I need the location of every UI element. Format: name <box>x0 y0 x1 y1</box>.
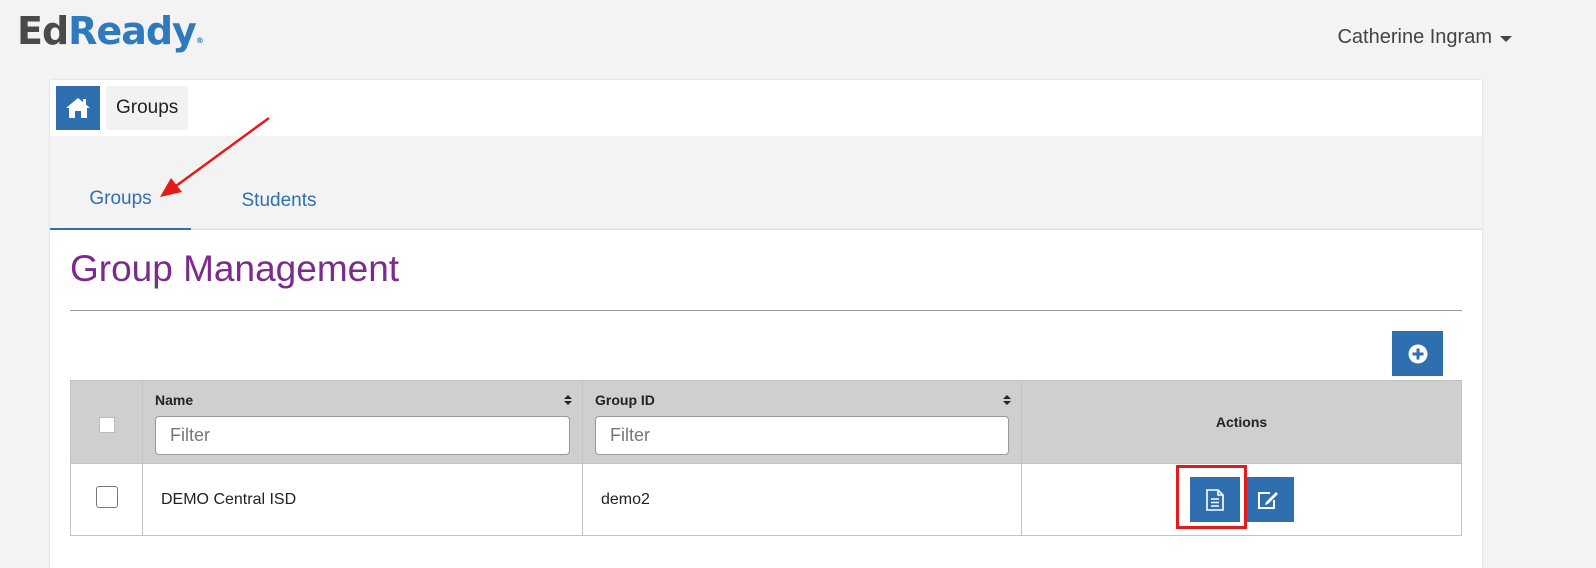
group-name-cell: DEMO Central ISD <box>142 463 583 536</box>
annotation-highlight-box <box>1176 465 1247 529</box>
home-icon <box>66 98 90 118</box>
actions-column-header: Actions <box>1021 380 1462 464</box>
breadcrumb-current: Groups <box>106 86 189 130</box>
registered-mark: ® <box>195 36 204 45</box>
row-checkbox[interactable] <box>95 486 118 508</box>
table-row: DEMO Central ISD demo2 <box>70 463 1462 536</box>
tab-bar: Groups Students <box>50 136 1482 230</box>
home-button[interactable] <box>56 86 100 130</box>
edready-logo: EdReady® <box>17 8 204 54</box>
user-name: Catherine Ingram <box>1337 26 1492 48</box>
logo-text-ready: Ready <box>68 9 197 53</box>
group-id-column-header: Group ID <box>582 380 1022 464</box>
tab-groups[interactable]: Groups <box>50 136 191 230</box>
select-all-cell <box>70 380 143 464</box>
select-all-checkbox[interactable] <box>98 416 115 433</box>
group-id-filter-input[interactable] <box>595 416 1009 455</box>
plus-circle-icon <box>1408 344 1427 363</box>
sort-icon[interactable] <box>1003 395 1011 405</box>
add-group-button[interactable] <box>1392 331 1443 376</box>
breadcrumb: Groups <box>56 86 189 130</box>
group-id-column-label: Group ID <box>595 392 655 408</box>
name-column-label: Name <box>155 392 194 408</box>
logo-text-ed: Ed <box>17 9 69 53</box>
main-panel: Groups Groups Students Group Management … <box>50 80 1482 568</box>
sort-icon[interactable] <box>564 395 572 405</box>
group-id-cell: demo2 <box>582 463 1022 536</box>
groups-table: Name Group ID Actions <box>70 380 1462 536</box>
tab-students[interactable]: Students <box>210 136 348 230</box>
table-header-row: Name Group ID Actions <box>70 380 1462 464</box>
name-column-header: Name <box>142 380 583 464</box>
edit-group-button[interactable] <box>1243 477 1294 522</box>
name-filter-input[interactable] <box>155 416 570 455</box>
title-divider <box>70 310 1462 311</box>
page-title: Group Management <box>70 248 400 289</box>
user-menu[interactable]: Catherine Ingram <box>1337 26 1512 49</box>
caret-down-icon <box>1500 35 1512 42</box>
edit-icon <box>1257 491 1278 509</box>
row-select-cell <box>70 463 143 536</box>
